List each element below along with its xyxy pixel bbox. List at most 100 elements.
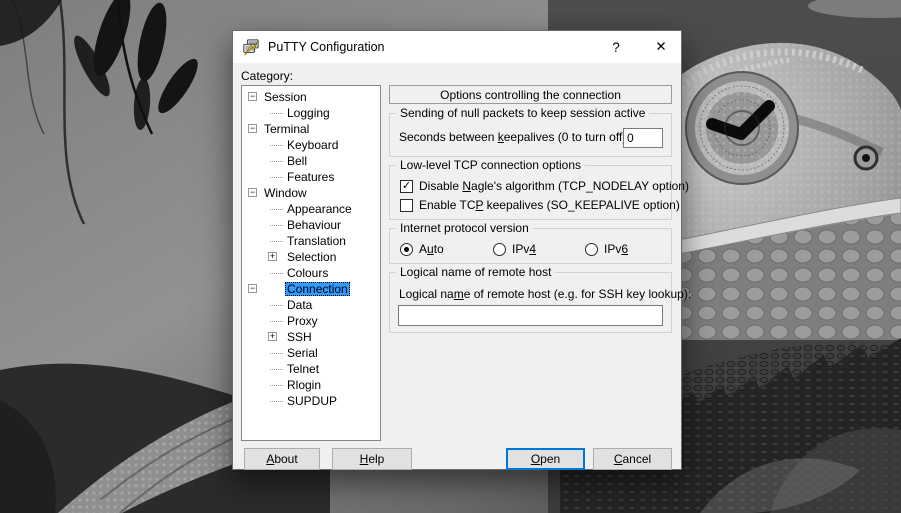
logical-host-label: Logical name of remote host (e.g. for SS… xyxy=(399,287,692,301)
group-logical-host: Logical name of remote host Logical name… xyxy=(389,265,691,333)
tree-connector xyxy=(270,177,283,178)
panel-title-banner: Options controlling the connection xyxy=(389,85,672,104)
tree-item-session[interactable]: − Session xyxy=(242,89,380,105)
tree-connector xyxy=(270,209,283,210)
tree-connector xyxy=(270,225,283,226)
tree-item-label[interactable]: Session xyxy=(264,90,307,104)
tree-item-data[interactable]: Data xyxy=(242,297,380,313)
tree-item-label[interactable]: Keyboard xyxy=(287,138,338,152)
tree-connector xyxy=(270,161,283,162)
radio-selected-icon[interactable] xyxy=(400,242,413,256)
radio-auto-label: Auto xyxy=(419,242,444,256)
tree-item-keyboard[interactable]: Keyboard xyxy=(242,137,380,153)
tree-item-logging[interactable]: Logging xyxy=(242,105,380,121)
tree-item-label[interactable]: Appearance xyxy=(287,202,352,216)
tree-item-features[interactable]: Features xyxy=(242,169,380,185)
tree-item-label[interactable]: SSH xyxy=(287,330,312,344)
collapse-icon[interactable]: − xyxy=(248,124,257,133)
tree-item-supdup[interactable]: SUPDUP xyxy=(242,393,380,409)
tree-item-label[interactable]: Rlogin xyxy=(287,378,321,392)
keepalives-label: Seconds between keepalives (0 to turn of… xyxy=(399,130,627,144)
tree-connector xyxy=(270,273,283,274)
tree-connector xyxy=(270,113,283,114)
tree-item-label-selected[interactable]: Connection xyxy=(285,282,350,296)
collapse-icon[interactable]: − xyxy=(248,92,257,101)
tree-item-label[interactable]: Logging xyxy=(287,106,330,120)
tree-item-label[interactable]: Translation xyxy=(287,234,346,248)
tree-item-label[interactable]: SUPDUP xyxy=(287,394,337,408)
tree-item-ssh[interactable]: + SSH xyxy=(242,329,380,345)
radio-ipv6-label: IPv6 xyxy=(604,242,629,256)
radio-ipv4[interactable]: IPv4 xyxy=(493,242,536,256)
cancel-button[interactable]: Cancel xyxy=(593,448,672,470)
tree-connector xyxy=(270,385,283,386)
help-button[interactable]: Help xyxy=(332,448,412,470)
tree-item-selection[interactable]: + Selection xyxy=(242,249,380,265)
radio-ipv4-label: IPv4 xyxy=(512,242,537,256)
category-tree[interactable]: − Session Logging − Terminal Keyboard Be… xyxy=(241,85,381,441)
nagle-checkbox-label: Disable Nagle's algorithm (TCP_NODELAY o… xyxy=(419,179,689,193)
tcp-keepalive-checkbox-label: Enable TCP keepalives (SO_KEEPALIVE opti… xyxy=(419,198,680,212)
group-tcp-options: Low-level TCP connection options ✓ Disab… xyxy=(389,158,689,220)
tree-item-label[interactable]: Behaviour xyxy=(287,218,341,232)
collapse-icon[interactable]: − xyxy=(248,188,257,197)
tree-connector xyxy=(270,241,283,242)
tree-item-terminal[interactable]: − Terminal xyxy=(242,121,380,137)
tcp-keepalive-checkbox-row[interactable]: Enable TCP keepalives (SO_KEEPALIVE opti… xyxy=(400,198,680,212)
window-title: PuTTY Configuration xyxy=(268,40,385,54)
group-title: Low-level TCP connection options xyxy=(396,158,585,172)
tree-item-label[interactable]: Telnet xyxy=(287,362,319,376)
tree-item-label[interactable]: Proxy xyxy=(287,314,318,328)
tree-item-label[interactable]: Serial xyxy=(287,346,318,360)
nagle-checkbox-row[interactable]: ✓ Disable Nagle's algorithm (TCP_NODELAY… xyxy=(400,179,689,193)
tree-item-bell[interactable]: Bell xyxy=(242,153,380,169)
putty-configuration-dialog: PuTTY Configuration ? ✕ Category: − Sess… xyxy=(232,30,691,470)
group-title: Internet protocol version xyxy=(396,221,533,235)
tree-item-colours[interactable]: Colours xyxy=(242,265,380,281)
tree-item-label[interactable]: Selection xyxy=(287,250,336,264)
radio-unselected-icon[interactable] xyxy=(585,242,598,256)
desktop: PuTTY Configuration ? ✕ Category: − Sess… xyxy=(0,0,901,513)
tree-connector xyxy=(270,401,283,402)
tree-item-rlogin[interactable]: Rlogin xyxy=(242,377,380,393)
radio-ipv6[interactable]: IPv6 xyxy=(585,242,628,256)
group-keepalives: Sending of null packets to keep session … xyxy=(389,106,672,157)
tree-item-label[interactable]: Features xyxy=(287,170,334,184)
tree-item-connection[interactable]: − Connection xyxy=(242,281,380,297)
tree-item-label[interactable]: Colours xyxy=(287,266,328,280)
category-label: Category: xyxy=(241,69,294,83)
checkbox-checked-icon[interactable]: ✓ xyxy=(400,179,413,193)
expand-icon[interactable]: + xyxy=(268,332,277,341)
close-icon[interactable]: ✕ xyxy=(645,31,677,63)
collapse-icon[interactable]: − xyxy=(248,284,257,293)
tree-item-behaviour[interactable]: Behaviour xyxy=(242,217,380,233)
help-icon[interactable]: ? xyxy=(600,31,632,63)
tree-item-telnet[interactable]: Telnet xyxy=(242,361,380,377)
tree-item-label[interactable]: Window xyxy=(264,186,307,200)
radio-auto[interactable]: Auto xyxy=(400,242,444,256)
tree-item-window[interactable]: − Window xyxy=(242,185,380,201)
tree-item-label[interactable]: Data xyxy=(287,298,312,312)
tree-item-appearance[interactable]: Appearance xyxy=(242,201,380,217)
tree-item-translation[interactable]: Translation xyxy=(242,233,380,249)
group-title: Sending of null packets to keep session … xyxy=(396,106,650,120)
tree-connector xyxy=(270,321,283,322)
checkbox-unchecked-icon[interactable] xyxy=(400,198,413,212)
group-title: Logical name of remote host xyxy=(396,265,556,279)
group-internet-protocol: Internet protocol version Auto IPv4 IPv6 xyxy=(389,221,672,264)
about-button[interactable]: About xyxy=(244,448,320,470)
tree-item-label[interactable]: Bell xyxy=(287,154,307,168)
tree-item-label[interactable]: Terminal xyxy=(264,122,309,136)
tree-connector xyxy=(270,353,283,354)
tree-item-serial[interactable]: Serial xyxy=(242,345,380,361)
tree-item-proxy[interactable]: Proxy xyxy=(242,313,380,329)
expand-icon[interactable]: + xyxy=(268,252,277,261)
tree-connector xyxy=(270,369,283,370)
tree-connector xyxy=(270,145,283,146)
tree-connector xyxy=(270,305,283,306)
radio-unselected-icon[interactable] xyxy=(493,242,506,256)
keepalives-input[interactable] xyxy=(623,128,663,148)
open-button[interactable]: Open xyxy=(506,448,585,470)
logical-host-input[interactable] xyxy=(398,305,663,326)
title-bar[interactable]: PuTTY Configuration ? ✕ xyxy=(233,31,681,63)
